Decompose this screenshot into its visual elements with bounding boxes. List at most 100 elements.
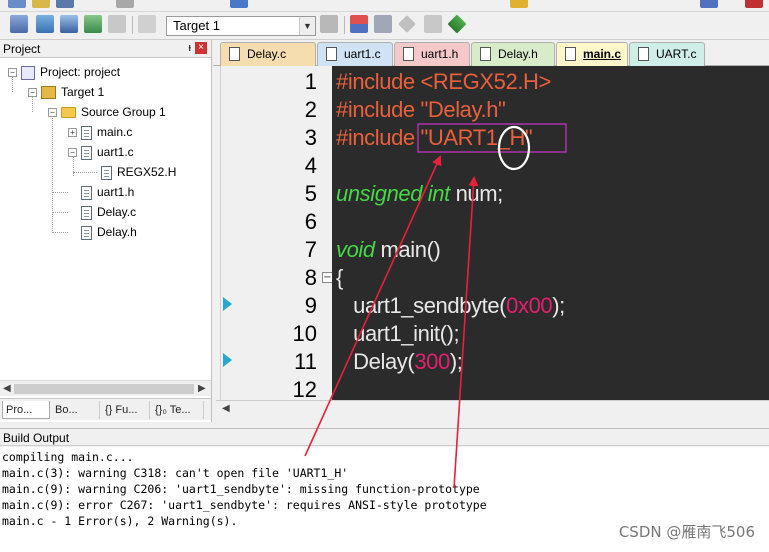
project-icon (21, 65, 35, 80)
chevron-down-icon[interactable]: ▼ (299, 17, 315, 35)
tree-item-delay-c[interactable]: Delay.c (81, 202, 136, 222)
tree-item-regx52-h[interactable]: REGX52.H (101, 162, 176, 182)
build-output-title: Build Output (3, 431, 70, 445)
tab-delay-h[interactable]: Delay.h (471, 42, 555, 66)
line-number: 2 (304, 97, 317, 122)
tree-item-uart1-c[interactable]: − uart1.c (68, 142, 134, 162)
editor-tabs: Delay.c uart1.c uart1.h Delay.h main.c U… (213, 40, 769, 66)
breakpoint-marker-icon[interactable] (223, 297, 232, 311)
tree-item-delay-h[interactable]: Delay.h (81, 222, 137, 242)
save-icon[interactable] (56, 0, 74, 8)
tab-label: Bo... (55, 404, 78, 416)
translate-icon[interactable] (10, 15, 28, 33)
tab-uart1-h[interactable]: uart1.h (394, 42, 470, 66)
editor-tab-label: uart1.c (344, 47, 381, 61)
code-line: Delay(300); (336, 348, 463, 376)
select-packs-icon[interactable] (424, 15, 442, 33)
code-line: #include "Delay.h" (336, 96, 506, 124)
tab-delay-c[interactable]: Delay.c (220, 42, 316, 66)
editor-tab-label: uart1.h (421, 47, 459, 61)
find-in-files-icon[interactable] (510, 0, 528, 8)
batch-build-icon[interactable] (84, 15, 102, 33)
file-icon (326, 47, 337, 61)
tree-guide (52, 116, 53, 233)
build-output-line: main.c(9): warning C206: 'uart1_sendbyte… (2, 482, 480, 496)
tree-item-main-c[interactable]: + main.c (68, 122, 132, 142)
tab-books[interactable]: Bo... (52, 401, 100, 419)
top-toolbar-partial (0, 0, 769, 12)
collapse-icon[interactable]: − (68, 148, 77, 158)
expand-icon[interactable]: + (68, 128, 77, 138)
tree-guide (52, 232, 68, 233)
open-file-icon[interactable] (32, 0, 50, 8)
tab-label: {} Fu... (105, 404, 138, 416)
tree-item-uart1-h[interactable]: uart1.h (81, 182, 134, 202)
build-icon[interactable] (36, 15, 54, 33)
target-options-icon[interactable] (320, 15, 338, 33)
stop-build-icon[interactable] (108, 15, 126, 33)
tree-guide (73, 172, 97, 173)
file-icon (101, 165, 112, 180)
tab-uart1-c[interactable]: uart1.c (317, 42, 393, 66)
download-icon[interactable] (138, 15, 156, 33)
project-horizontal-scrollbar[interactable]: ◀ ▶ (0, 380, 211, 396)
tab-uart-c[interactable]: UART.c (629, 42, 705, 66)
manage-components-icon[interactable] (350, 15, 368, 33)
tab-main-c[interactable]: main.c (556, 42, 628, 66)
tree-item-label: Source Group 1 (81, 105, 166, 119)
code-token: #include "Delay.h" (336, 97, 506, 122)
collapse-icon[interactable]: − (8, 68, 17, 78)
tree-item-source-group[interactable]: − Source Group 1 (48, 102, 166, 122)
code-token: unsigned int (336, 181, 450, 206)
tab-project[interactable]: Pro... (2, 401, 50, 419)
run-time-environment-icon[interactable] (447, 14, 467, 34)
tab-templates[interactable]: {}₀ Te... (152, 401, 204, 419)
tab-functions[interactable]: {} Fu... (102, 401, 150, 419)
code-token: Delay( (336, 349, 415, 374)
scrollbar-thumb[interactable] (14, 384, 194, 394)
line-number: 5 (304, 181, 317, 206)
zoom-icon[interactable] (745, 0, 763, 8)
toolbar-separator (344, 16, 345, 34)
code-token: uart1_init(); (336, 321, 460, 346)
code-token: #include (336, 125, 421, 150)
tree-item-target[interactable]: − Target 1 (28, 82, 104, 102)
new-file-icon[interactable] (8, 0, 26, 8)
tree-item-label: uart1.h (97, 185, 135, 199)
line-number: 4 (304, 153, 317, 178)
tree-item-label: Project: project (40, 65, 121, 79)
editor-gutter[interactable]: 1 2 3 4 5 6 7 8 9 10 11 12 − (220, 66, 333, 402)
rebuild-icon[interactable] (60, 15, 78, 33)
scroll-left-icon[interactable]: ◀ (222, 403, 230, 414)
pack-installer-icon[interactable] (398, 15, 416, 33)
file-icon (638, 47, 649, 61)
pin-icon[interactable]: ᵼ (189, 42, 191, 54)
project-panel-title: Project (3, 42, 41, 56)
tree-item-label: Target 1 (61, 85, 105, 99)
tree-item-project[interactable]: − Project: project (8, 62, 120, 82)
code-editor[interactable]: #include <REGX52.H> #include "Delay.h" #in… (332, 66, 769, 400)
tree-guide (52, 212, 68, 213)
close-icon[interactable]: × (195, 42, 207, 54)
project-panel: Project ᵼ × − Project: project − Target 1 … (0, 40, 212, 422)
line-number: 3 (304, 125, 317, 150)
collapse-icon[interactable]: − (28, 88, 37, 98)
cut-icon[interactable] (116, 0, 134, 8)
breakpoint-marker-icon[interactable] (223, 353, 232, 367)
code-line: uart1_init(); (336, 320, 459, 348)
target-select[interactable]: Target 1 ▼ (166, 16, 316, 36)
editor-tab-label: Delay.h (498, 47, 538, 61)
line-number: 1 (304, 69, 317, 94)
file-extensions-icon[interactable] (374, 15, 392, 33)
target-icon (41, 86, 56, 100)
dropdown-icon[interactable] (700, 0, 718, 8)
scroll-right-icon[interactable]: ▶ (198, 383, 208, 394)
editor-horizontal-scrollbar[interactable]: ◀ (216, 400, 769, 418)
watermark: CSDN @雁南飞506 (618, 523, 755, 541)
tree-item-label: Delay.h (97, 225, 137, 239)
undo-icon[interactable] (230, 0, 248, 8)
line-number: 9 (304, 293, 317, 318)
collapse-icon[interactable]: − (48, 108, 57, 118)
scroll-left-icon[interactable]: ◀ (3, 383, 13, 394)
line-number: 11 (294, 349, 317, 374)
